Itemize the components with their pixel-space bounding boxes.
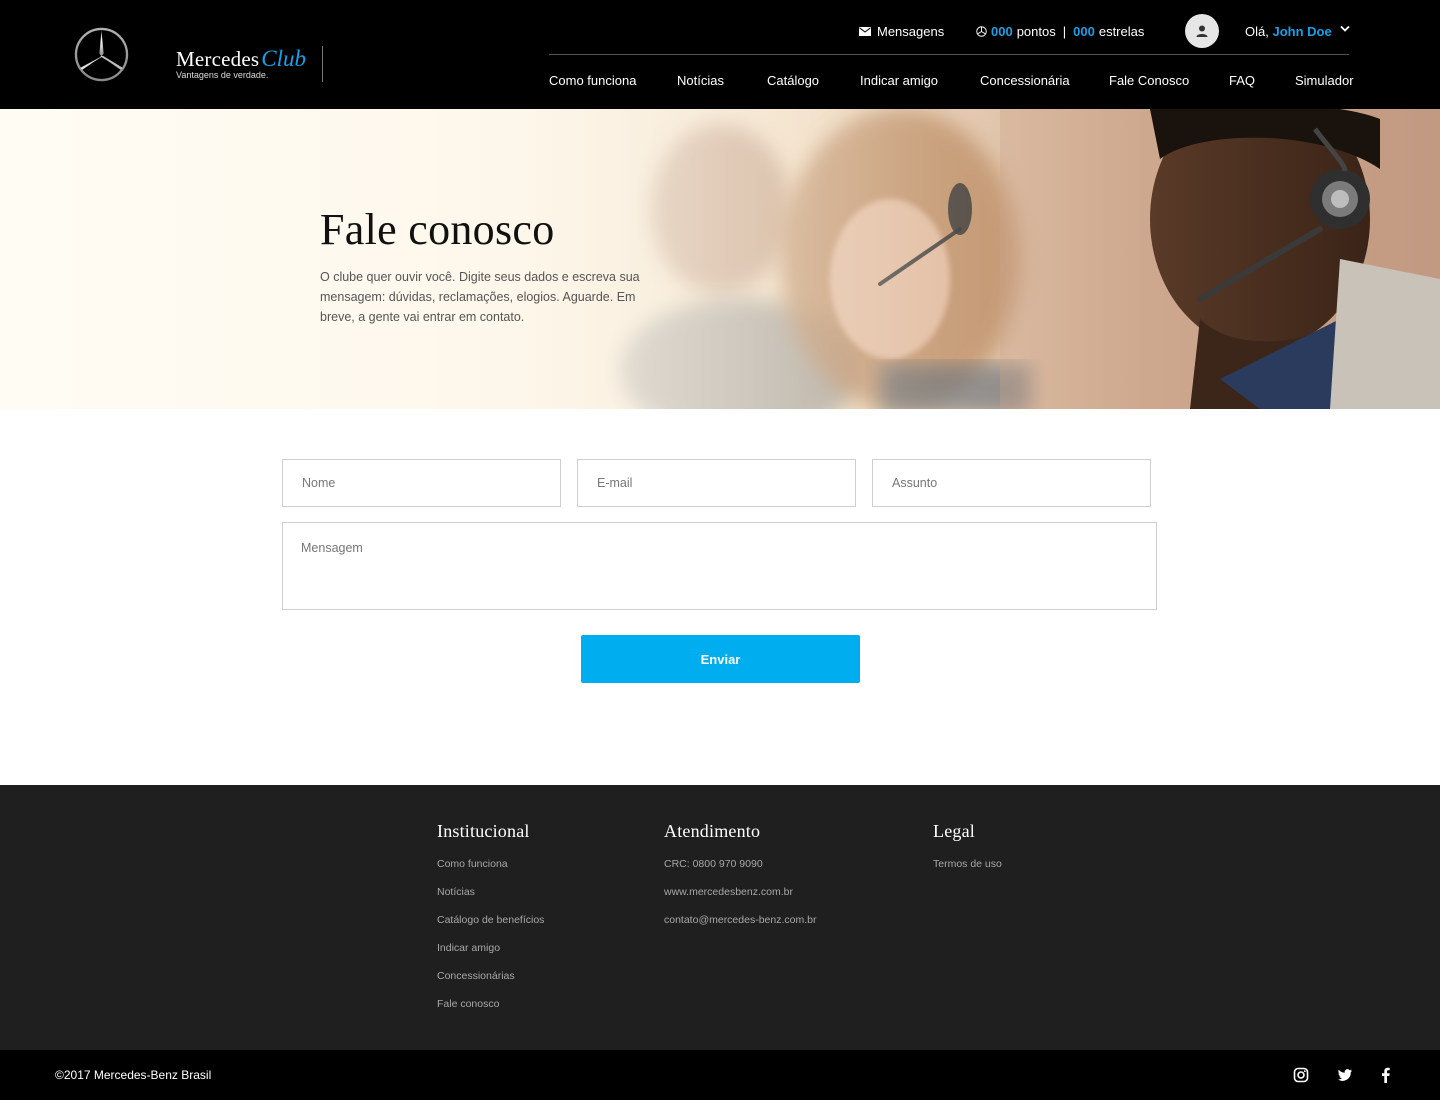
user-topbar: Mensagens 000 pontos | 000 estrelas Olá,… [859, 14, 1350, 48]
send-button[interactable]: Enviar [581, 635, 860, 683]
points-label: pontos [1016, 23, 1056, 39]
nav-item-faq[interactable]: FAQ [1229, 73, 1255, 88]
messages-link[interactable]: Mensagens [859, 24, 944, 39]
footer-link-email[interactable]: contato@mercedes-benz.com.br [664, 910, 816, 938]
points-separator: | [1062, 23, 1067, 39]
footer-link-indicar-amigo[interactable]: Indicar amigo [437, 938, 544, 966]
footer-link-noticias[interactable]: Notícias [437, 882, 544, 910]
brand-name: Mercedes [176, 47, 260, 71]
footer-heading-institucional: Institucional [437, 821, 530, 841]
stars-label: estrelas [1098, 23, 1145, 39]
avatar[interactable] [1185, 14, 1219, 48]
footer-link-website[interactable]: www.mercedesbenz.com.br [664, 882, 816, 910]
footer-link-concessionarias[interactable]: Concessionárias [437, 966, 544, 994]
copyright: ©2017 Mercedes-Benz Brasil [55, 1068, 212, 1082]
footer-link-termos[interactable]: Termos de uso [933, 854, 1002, 882]
footer-link-fale-conosco[interactable]: Fale conosco [437, 994, 544, 1022]
facebook-icon[interactable] [1378, 1067, 1394, 1083]
nav-item-catalogo[interactable]: Catálogo [767, 73, 819, 88]
nav-divider [549, 54, 1349, 55]
hero-description: O clube quer ouvir você. Digite seus dad… [320, 270, 640, 324]
bottom-bar: ©2017 Mercedes-Benz Brasil [0, 1050, 1440, 1100]
footer-heading-atendimento: Atendimento [664, 821, 761, 841]
footer-link-como-funciona[interactable]: Como funciona [437, 854, 544, 882]
footer-legal: Legal Termos de uso [933, 821, 1002, 882]
hero-overlay [0, 109, 1440, 409]
message-field[interactable] [282, 522, 1157, 610]
greeting-label: Olá, [1245, 23, 1269, 39]
mercedes-star-small-icon [976, 25, 987, 37]
stars-value: 000 [1073, 23, 1095, 39]
instagram-icon[interactable] [1293, 1067, 1309, 1083]
site-header: MercedesClub Vantagens de verdade. Mensa… [0, 0, 1440, 109]
nav-item-indicar-amigo[interactable]: Indicar amigo [860, 73, 938, 88]
user-icon [1196, 25, 1208, 37]
user-greeting[interactable]: Olá, John Doe [1245, 24, 1332, 39]
nav-item-concessionaria[interactable]: Concessionária [980, 73, 1070, 88]
nav-item-simulador[interactable]: Simulador [1295, 73, 1354, 88]
points-value: 000 [991, 23, 1013, 39]
email-field[interactable] [577, 459, 856, 507]
nav-item-fale-conosco[interactable]: Fale Conosco [1109, 73, 1189, 88]
main-nav: Como funciona Notícias Catálogo Indicar … [0, 73, 1440, 89]
chevron-down-icon[interactable] [1339, 23, 1351, 35]
name-field[interactable] [282, 459, 561, 507]
subject-field[interactable] [872, 459, 1151, 507]
envelope-icon [859, 26, 871, 36]
brand-club: Club [261, 46, 306, 71]
user-name: John Doe [1272, 23, 1332, 39]
footer-atendimento: Atendimento CRC: 0800 970 9090 www.merce… [664, 821, 816, 938]
points-summary: 000 pontos | 000 estrelas [976, 24, 1144, 39]
footer-institucional: Institucional Como funciona Notícias Cat… [437, 821, 544, 1022]
messages-label: Mensagens [877, 23, 945, 39]
footer-heading-legal: Legal [933, 821, 975, 841]
footer-link-catalogo[interactable]: Catálogo de benefícios [437, 910, 544, 938]
page-title: Fale conosco [320, 205, 555, 254]
nav-item-noticias[interactable]: Notícias [677, 73, 724, 88]
footer-phone: CRC: 0800 970 9090 [664, 858, 763, 870]
site-footer: Institucional Como funciona Notícias Cat… [0, 785, 1440, 1050]
nav-item-como-funciona[interactable]: Como funciona [549, 73, 636, 88]
hero-banner: Fale conosco O clube quer ouvir você. Di… [0, 109, 1440, 409]
twitter-icon[interactable] [1337, 1067, 1353, 1083]
